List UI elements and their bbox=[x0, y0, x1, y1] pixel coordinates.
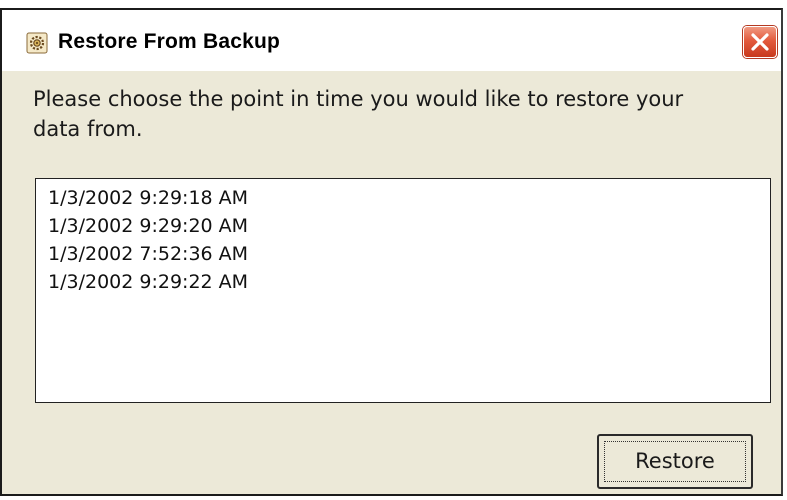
restore-button[interactable]: Restore bbox=[597, 434, 753, 489]
restore-dialog: Restore From Backup Please choose the po… bbox=[0, 8, 783, 496]
instruction-text: Please choose the point in time you woul… bbox=[33, 87, 684, 141]
title-bar[interactable]: Restore From Backup bbox=[2, 10, 781, 71]
close-icon bbox=[751, 33, 769, 51]
list-item[interactable]: 1/3/2002 9:29:20 AM bbox=[48, 212, 770, 240]
restore-button-label: Restore bbox=[635, 449, 715, 473]
gear-settings-icon bbox=[26, 32, 48, 54]
list-item[interactable]: 1/3/2002 9:29:22 AM bbox=[48, 268, 770, 296]
close-button[interactable] bbox=[743, 26, 777, 58]
list-item[interactable]: 1/3/2002 9:29:18 AM bbox=[48, 184, 770, 212]
list-item[interactable]: 1/3/2002 7:52:36 AM bbox=[48, 240, 770, 268]
restore-point-list[interactable]: 1/3/2002 9:29:18 AM 1/3/2002 9:29:20 AM … bbox=[35, 178, 771, 403]
window-title: Restore From Backup bbox=[58, 30, 281, 53]
